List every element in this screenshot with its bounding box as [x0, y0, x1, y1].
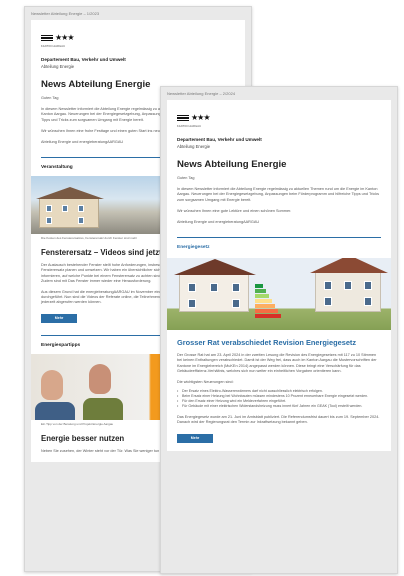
- canton-stars-icon: ★★★: [55, 33, 74, 42]
- canton-logo: ★★★: [41, 32, 235, 44]
- article-body: Der Grosse Rat hat am 23. April 2024 in …: [177, 353, 377, 373]
- signoff-text: Abteilung Energie und energieberatungAAR…: [177, 220, 260, 225]
- houses-energy-label-image: [167, 258, 391, 331]
- newsletter-meta: Newsletter Abteilung Energie – 1/2023: [31, 11, 100, 16]
- greeting: Guten Tag: [177, 176, 195, 180]
- division-name: Abteilung Energie: [41, 64, 75, 69]
- more-button-windows[interactable]: Mehr: [41, 313, 77, 323]
- department-name: Departement Bau, Verkehr und Umwelt: [41, 57, 126, 62]
- newsletter-preview-stage: Newsletter Abteilung Energie – 1/2023 ★★…: [0, 0, 404, 576]
- article-lead: Die wichtigsten Neuerungen sind:: [177, 380, 234, 385]
- canton-stripes-icon: [41, 34, 53, 42]
- canton-stars-icon: ★★★: [191, 113, 210, 122]
- list-item: Für Gebäude mit einer elektrischen Wider…: [177, 404, 381, 409]
- article-closing: Das Energiegesetz wurde am 21. Juni im A…: [177, 415, 380, 425]
- old-house-illustration: [174, 259, 256, 313]
- canton-logo: ★★★: [177, 112, 381, 124]
- house-illustration: [36, 187, 104, 229]
- newsletter-meta: Newsletter Abteilung Energie – 2/2024: [167, 91, 236, 96]
- canton-label: KANTON AARGAU: [41, 45, 66, 48]
- canton-label: KANTON AARGAU: [177, 125, 202, 128]
- section-divider: [177, 237, 381, 239]
- department-name: Departement Bau, Verkehr und Umwelt: [177, 137, 262, 142]
- canton-stripes-icon: [177, 114, 189, 122]
- division-name: Abteilung Energie: [177, 144, 211, 149]
- section-heading-law: Energiegesetz: [177, 245, 210, 251]
- wish-text: Wir wünschen Ihnen eine gute Lektüre und…: [177, 208, 292, 213]
- newsletter-front: Newsletter Abteilung Energie – 2/2024 ★★…: [160, 86, 398, 574]
- energy-efficiency-scale-icon: [255, 284, 281, 319]
- new-house-illustration: [310, 258, 388, 313]
- newsletter-title: News Abteilung Energie: [177, 159, 287, 170]
- intro-text: In diesem Newsletter informiert die Abte…: [177, 187, 379, 202]
- more-button-law[interactable]: Mehr: [177, 433, 213, 443]
- key-changes-list: Der Ersatz eines Elektro-Wassererwärmers…: [177, 389, 381, 409]
- newsletter-card: ★★★ KANTON AARGAU Departement Bau, Verke…: [167, 100, 391, 451]
- article-title-law-revision: Grosser Rat verabschiedet Revision Energ…: [177, 338, 357, 348]
